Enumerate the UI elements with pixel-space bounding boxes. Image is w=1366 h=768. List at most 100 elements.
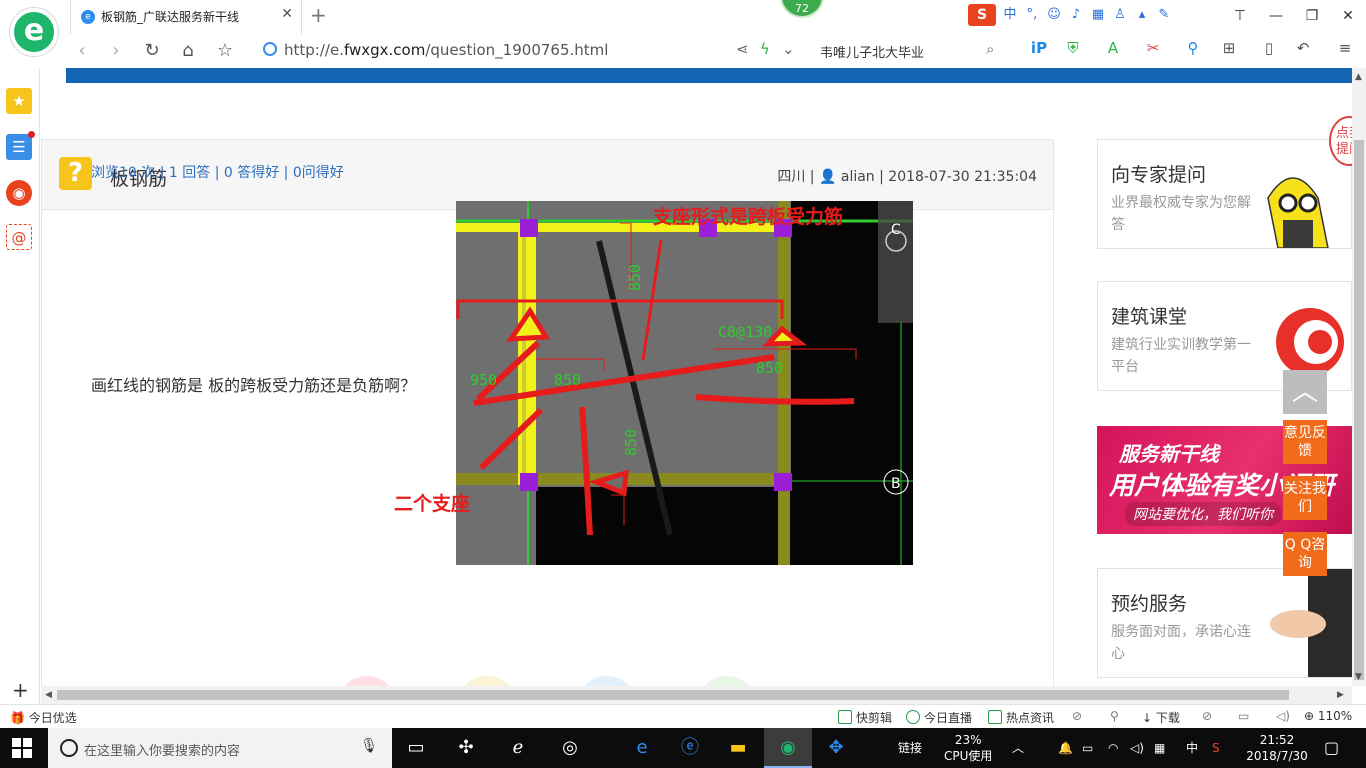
live-link[interactable]: 今日直播: [906, 709, 972, 726]
magnifier-icon[interactable]: ⚲: [1184, 39, 1202, 57]
keyboard-icon[interactable]: ▦: [1154, 728, 1165, 768]
security-shield-icon[interactable]: ⛨: [1064, 39, 1082, 57]
browser-logo-icon[interactable]: e: [10, 8, 58, 56]
ask-expert-card[interactable]: 向专家提问 业界最权威专家为您解答: [1097, 139, 1352, 249]
gift-icon: 🎁: [10, 711, 25, 725]
windows-taskbar: 在这里输入你要搜索的内容 🎙 ▭ ✣ ℯ ◎ e ⓔ ▬ ◉ ✥ 链接 23% …: [0, 728, 1366, 768]
emoji-icon[interactable]: ☺: [1046, 7, 1062, 23]
download-icon: ↓: [1142, 711, 1153, 725]
qq-consult-button[interactable]: Q Q咨询: [1283, 532, 1327, 576]
taskbar-search-box[interactable]: 在这里输入你要搜索的内容 🎙: [48, 728, 392, 768]
news-list-icon[interactable]: ☰: [6, 131, 35, 160]
sogou-tray-icon[interactable]: S: [1212, 728, 1220, 768]
notification-bell-icon[interactable]: 🔔: [1058, 728, 1073, 768]
cpu-usage[interactable]: 23% CPU使用: [944, 732, 992, 764]
screenshot-scissors-icon[interactable]: ✂: [1144, 39, 1162, 57]
home-icon[interactable]: ⌂: [176, 40, 200, 62]
user-icon[interactable]: ♙: [1112, 7, 1128, 23]
file-explorer-icon[interactable]: ▬: [714, 728, 762, 768]
extension-ip-icon[interactable]: iP: [1030, 39, 1048, 57]
ime-indicator[interactable]: 中: [1186, 728, 1198, 768]
battery-icon[interactable]: ▭: [1082, 728, 1093, 768]
scroll-down-icon[interactable]: ▼: [1355, 672, 1362, 682]
vertical-scroll-thumb[interactable]: [1354, 140, 1364, 680]
ie-browser-icon[interactable]: ℯ: [494, 728, 542, 768]
microphone-icon[interactable]: 🎙: [360, 738, 378, 754]
expert-mascot-icon: [1267, 177, 1329, 248]
remote-app-icon[interactable]: ✥: [812, 728, 860, 768]
search-icon[interactable]: ⌕: [986, 40, 994, 58]
system-clock[interactable]: 21:52 2018/7/30: [1245, 732, 1309, 764]
volume-icon[interactable]: ◁): [1130, 728, 1144, 768]
forward-icon[interactable]: ›: [104, 40, 128, 62]
wifi-icon[interactable]: ◠: [1108, 728, 1118, 768]
download-link[interactable]: ↓ 下载: [1142, 709, 1180, 726]
sound-icon[interactable]: ◁): [1276, 709, 1290, 723]
ime-chinese-icon[interactable]: 中: [1002, 7, 1018, 23]
close-window-icon[interactable]: ✕: [1330, 0, 1366, 32]
apps-grid-icon[interactable]: ⊞: [1220, 39, 1238, 57]
accelerate-icon[interactable]: ⊘: [1072, 709, 1082, 723]
edge-icon[interactable]: e: [618, 728, 666, 768]
horizontal-scrollbar[interactable]: ◀ ▶: [41, 686, 1352, 704]
pinwheel-app-icon[interactable]: ✣: [442, 728, 490, 768]
new-tab-button[interactable]: +: [310, 3, 327, 27]
weibo-icon[interactable]: ◉: [6, 180, 32, 206]
sogou-logo-icon[interactable]: S: [968, 4, 996, 26]
notification-dot: [28, 131, 35, 138]
skin-icon[interactable]: ▴: [1134, 7, 1150, 23]
email-icon[interactable]: @: [6, 224, 32, 250]
vertical-scrollbar[interactable]: ▲ ▼: [1352, 68, 1366, 686]
refresh-icon[interactable]: ↻: [140, 40, 164, 62]
search-input[interactable]: 韦唯儿子北大毕业: [820, 42, 924, 61]
window-icon[interactable]: ▭: [1238, 709, 1249, 723]
speed-mode-icon[interactable]: ϟ: [760, 40, 770, 58]
browser-score-badge[interactable]: 72: [780, 0, 824, 18]
quick-clip-link[interactable]: 快剪辑: [838, 709, 892, 726]
chevron-down-icon[interactable]: ⌄: [782, 40, 795, 58]
clock-time: 21:52: [1259, 733, 1295, 747]
address-bar[interactable]: http://e.fwxgx.com/question_1900765.html: [284, 41, 608, 59]
favorites-star-icon[interactable]: ★: [6, 88, 32, 114]
clean-icon[interactable]: ⊘: [1202, 709, 1212, 723]
windows-start-icon[interactable]: [12, 738, 32, 758]
reading-mode-icon[interactable]: ▯: [1260, 39, 1278, 57]
favorite-star-icon[interactable]: ☆: [213, 40, 237, 62]
close-tab-icon[interactable]: ✕: [281, 6, 293, 22]
appointment-card[interactable]: 预约服务 服务面对面，承诺心连心: [1097, 568, 1352, 678]
tab-active[interactable]: e 板钢筋_广联达服务新干线 ✕: [70, 0, 302, 34]
undo-icon[interactable]: ↶: [1294, 39, 1312, 57]
microphone-icon[interactable]: ♪: [1068, 7, 1084, 23]
tools-icon[interactable]: ✎: [1156, 7, 1172, 23]
punctuation-icon[interactable]: °,: [1024, 7, 1040, 23]
feedback-button[interactable]: 意见反馈: [1283, 420, 1327, 464]
maximize-icon[interactable]: ❐: [1294, 0, 1330, 32]
zoom-level[interactable]: ⊕ 110%: [1304, 709, 1352, 723]
daily-picks-link[interactable]: 🎁 今日优选: [10, 709, 77, 726]
follow-us-button[interactable]: 关注我们: [1283, 476, 1327, 520]
scroll-up-icon[interactable]: ▲: [1355, 72, 1362, 82]
minimize-icon[interactable]: —: [1258, 0, 1294, 32]
secure-connection-icon: [263, 42, 277, 56]
shirt-icon[interactable]: ⊤: [1222, 0, 1258, 32]
notification-app-icon[interactable]: ◎: [546, 728, 594, 768]
horizontal-scroll-thumb[interactable]: [57, 690, 1289, 700]
task-view-icon[interactable]: ▭: [392, 728, 440, 768]
tray-expand-icon[interactable]: ︿: [1012, 728, 1024, 768]
translate-icon[interactable]: A: [1104, 39, 1122, 57]
add-sidebar-item-button[interactable]: +: [12, 678, 29, 702]
browser-taskbar-icon[interactable]: ◉: [764, 728, 812, 768]
back-to-top-button[interactable]: ︿: [1283, 370, 1327, 414]
scroll-right-icon[interactable]: ▶: [1337, 690, 1344, 700]
share-icon[interactable]: ⋖: [736, 40, 749, 58]
links-toolbar[interactable]: 链接: [898, 728, 922, 768]
card-title: 向专家提问: [1111, 164, 1207, 186]
hot-news-link[interactable]: 热点资讯: [988, 709, 1054, 726]
action-center-icon[interactable]: ▢: [1324, 728, 1339, 768]
pin-icon[interactable]: ⚲: [1110, 709, 1119, 723]
scroll-left-icon[interactable]: ◀: [45, 690, 52, 700]
internet-explorer-icon[interactable]: ⓔ: [666, 728, 714, 768]
menu-icon[interactable]: ≡: [1336, 39, 1354, 57]
keyboard-icon[interactable]: ▦: [1090, 7, 1106, 23]
back-icon[interactable]: ‹: [70, 40, 94, 62]
